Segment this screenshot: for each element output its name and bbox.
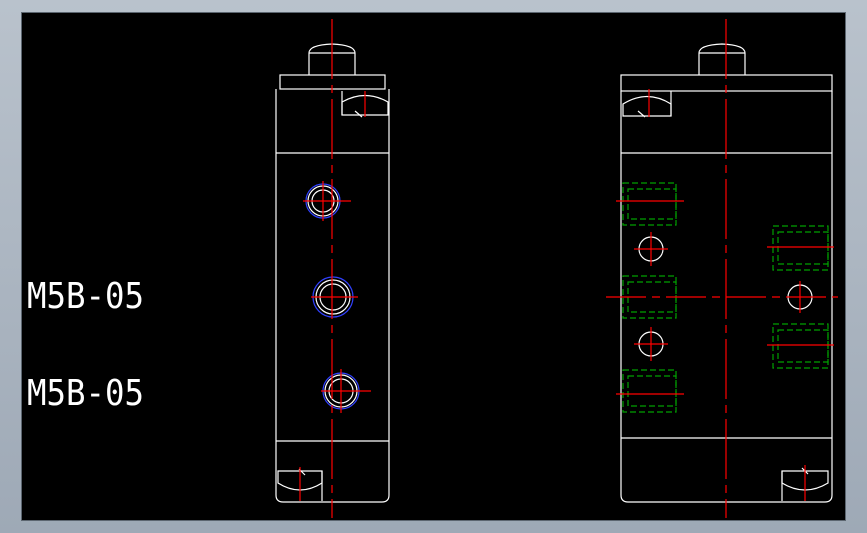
part-code-label-upper: M5B-05 (27, 276, 144, 317)
front-view-top-pocket-hatch (354, 110, 363, 118)
window-frame: M5B-05 M5B-05 (0, 0, 867, 533)
part-code-label-lower: M5B-05 (27, 373, 144, 414)
drawing-canvas[interactable]: M5B-05 M5B-05 (22, 13, 846, 521)
side-view-top-pocket (622, 95, 672, 117)
side-view-button (698, 43, 746, 75)
side-view-centerlines (606, 19, 838, 518)
cad-viewport[interactable]: M5B-05 M5B-05 (21, 12, 846, 521)
front-view-centerlines (299, 19, 371, 518)
